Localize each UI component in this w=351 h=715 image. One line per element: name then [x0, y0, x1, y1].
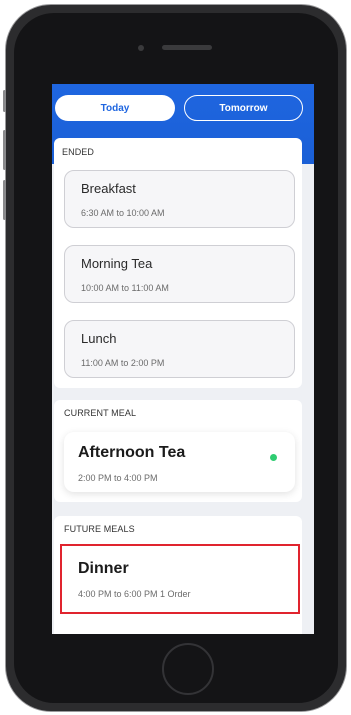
earpiece-speaker [162, 45, 212, 50]
section-label-ended: ENDED [62, 147, 95, 157]
future-meals-section: FUTURE MEALS Dinner 4:00 PM to 6:00 PM 1… [54, 516, 302, 634]
home-button[interactable] [162, 643, 214, 695]
meal-time: 2:00 PM to 4:00 PM [78, 473, 158, 483]
app-screen: Today Tomorrow ENDED Breakfast 6:30 AM t… [52, 84, 314, 634]
meal-name: Lunch [81, 331, 117, 346]
meal-name: Breakfast [81, 181, 136, 196]
meal-time: 10:00 AM to 11:00 AM [81, 283, 169, 293]
meal-name: Afternoon Tea [78, 444, 186, 461]
meal-time: 11:00 AM to 2:00 PM [81, 358, 165, 368]
section-label-current: CURRENT MEAL [64, 408, 137, 418]
meal-card-lunch[interactable]: Lunch 11:00 AM to 2:00 PM [64, 320, 295, 378]
front-camera [138, 45, 144, 51]
meal-card-morning-tea[interactable]: Morning Tea 10:00 AM to 11:00 AM [64, 245, 295, 303]
meal-card-afternoon-tea[interactable]: Afternoon Tea 2:00 PM to 4:00 PM [64, 432, 295, 492]
current-meal-section: CURRENT MEAL Afternoon Tea 2:00 PM to 4:… [54, 400, 302, 502]
selection-highlight [60, 544, 300, 614]
section-label-future: FUTURE MEALS [64, 524, 135, 534]
meal-name: Morning Tea [81, 256, 153, 271]
volume-up-button [3, 130, 6, 170]
volume-down-button [3, 180, 6, 220]
meal-card-breakfast[interactable]: Breakfast 6:30 AM to 10:00 AM [64, 170, 295, 228]
tab-today[interactable]: Today [55, 95, 175, 121]
tab-tomorrow[interactable]: Tomorrow [184, 95, 303, 121]
ended-section: ENDED Breakfast 6:30 AM to 10:00 AM Morn… [54, 138, 302, 388]
meal-time: 6:30 AM to 10:00 AM [81, 208, 165, 218]
mute-switch [3, 90, 6, 112]
active-status-dot [270, 454, 277, 461]
